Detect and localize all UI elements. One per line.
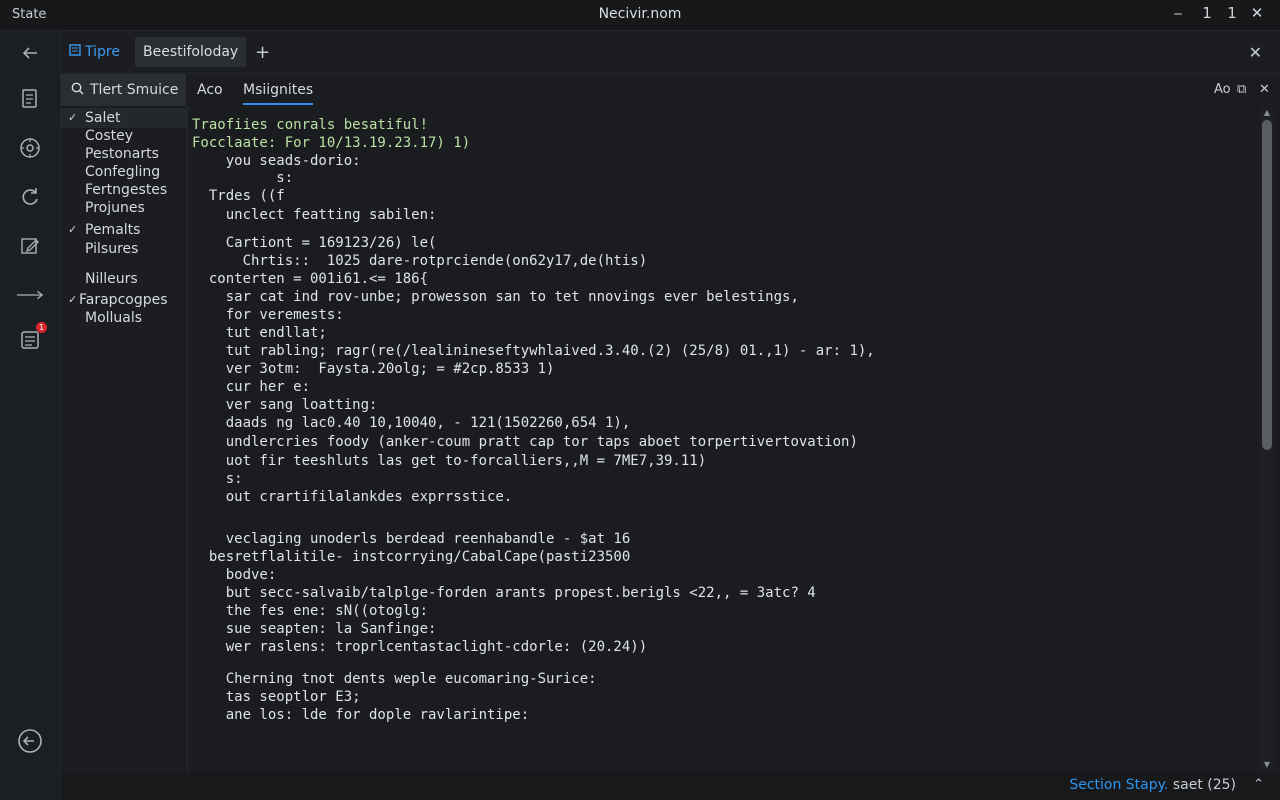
- tab-tips[interactable]: Tipre: [61, 37, 128, 67]
- code-line: the fes ene: sN((otoglg:: [192, 603, 429, 619]
- code-line: uot fir teeshluts las get to-forcalliers…: [192, 453, 707, 469]
- code-line: ane los: lde for dople ravlarintipe:: [192, 707, 530, 723]
- code-line: Cherning tnot dents weple eucomaring-Sur…: [192, 671, 597, 687]
- code-line: Cartiont = 169123/26) le(: [192, 235, 437, 251]
- window-title: Necivir.nom: [598, 6, 682, 22]
- sidebar-item[interactable]: Nilleurs: [85, 271, 138, 287]
- close-subpanel-button[interactable]: ✕: [1259, 82, 1270, 97]
- code-line: cur her e:: [192, 379, 311, 395]
- tips-icon: [69, 44, 81, 60]
- scroll-up-icon[interactable]: ▲: [1262, 108, 1272, 117]
- code-line: for veremests:: [192, 307, 344, 323]
- code-line: you seads-dorio:: [192, 153, 361, 169]
- document-icon[interactable]: [16, 85, 44, 113]
- code-line: Chrtis:: 1025 dare-rotprciende(on62y17,d…: [192, 253, 648, 269]
- font-toggle-button[interactable]: Ao: [1214, 82, 1231, 97]
- search-input[interactable]: Tlert Smuice: [61, 74, 186, 106]
- back-arrow-icon[interactable]: [16, 39, 44, 67]
- notification-badge: 1: [36, 322, 47, 333]
- sidebar-item[interactable]: Costey: [85, 128, 133, 144]
- scroll-thumb[interactable]: [1262, 120, 1272, 450]
- add-tab-button[interactable]: +: [247, 37, 278, 67]
- check-icon: ✓: [68, 293, 78, 306]
- status-section[interactable]: Section Stapy. saet (25): [1069, 777, 1236, 793]
- sidebar-item-label: Salet: [85, 110, 121, 126]
- code-line: Trdes ((f: [192, 188, 285, 204]
- sidebar-item[interactable]: Confegling: [85, 164, 160, 180]
- title-bar: State Necivir.nom ⎯ 1 1 ✕: [0, 0, 1280, 31]
- subtab-active[interactable]: Msiignites: [243, 82, 314, 105]
- sidebar-item[interactable]: Molluals: [85, 310, 142, 326]
- sidebar-item[interactable]: ✓ Salet: [61, 108, 187, 128]
- chevron-up-icon[interactable]: ⌃: [1253, 777, 1264, 792]
- maximize-button[interactable]: 1: [1221, 4, 1243, 22]
- code-line: ver sang loatting:: [192, 397, 378, 413]
- restore-button[interactable]: 1: [1196, 4, 1218, 22]
- code-line: veclaging unoderls berdead reenhabandle …: [192, 531, 631, 547]
- close-panel-button[interactable]: ✕: [1241, 37, 1270, 67]
- check-icon: ✓: [68, 111, 78, 124]
- code-line: bodve:: [192, 567, 277, 583]
- sidebar-item[interactable]: Projunes: [85, 200, 145, 216]
- code-line: tas seoptlor E3;: [192, 689, 361, 705]
- search-icon: [71, 82, 84, 99]
- scroll-down-icon[interactable]: ▼: [1262, 760, 1272, 769]
- close-window-button[interactable]: ✕: [1246, 4, 1268, 22]
- status-value: saet (25): [1172, 777, 1236, 793]
- code-line: ver 3otm: Faysta.20olg; = #2cp.8533 1): [192, 361, 555, 377]
- minimize-button[interactable]: ⎯: [1167, 4, 1189, 22]
- code-line: s:: [192, 471, 243, 487]
- tab-tips-label: Tipre: [85, 44, 120, 60]
- code-line: daads ng lac0.40 10,10040, - 121(1502260…: [192, 415, 631, 431]
- code-line: tut rabling; ragr(re(/lealinineseftywhla…: [192, 343, 875, 359]
- code-line: tut endllat;: [192, 325, 327, 341]
- edit-icon[interactable]: [16, 232, 44, 260]
- sidebar: ✓ Salet Costey Pestonarts Confegling Fer…: [61, 106, 188, 800]
- notes-icon[interactable]: 1: [16, 322, 47, 354]
- code-line: Focclaate: For 10/13.19.23.17) 1): [192, 135, 471, 151]
- code-line: but secc-salvaib/talplge-forden arants p…: [192, 585, 816, 601]
- sidebar-item[interactable]: Pilsures: [85, 241, 138, 257]
- code-line: sue seapten: la Sanfinge:: [192, 621, 437, 637]
- settings-icon[interactable]: [16, 134, 44, 162]
- subtab-aco[interactable]: Aco: [197, 82, 223, 98]
- long-arrow-icon[interactable]: [16, 281, 44, 309]
- code-line: out crartifilalankdes exprrsstice.: [192, 489, 513, 505]
- split-view-icon[interactable]: ⧉: [1237, 82, 1246, 97]
- status-label: Section Stapy.: [1069, 777, 1169, 793]
- code-line: conterten = 001i61.<= 186{: [192, 271, 429, 287]
- code-line: unclect featting sabilen:: [192, 207, 437, 223]
- activity-bar: 1: [0, 31, 61, 800]
- code-line: wer raslens: troprlcentastaclight-cdorle…: [192, 639, 648, 655]
- tab-bar: Tipre Beestifoloday + ✕: [61, 31, 1280, 74]
- sub-toolbar: Tlert Smuice Aco Msiignites Ao ⧉ ✕: [61, 74, 1280, 106]
- code-line: undlercries foody (anker-coum pratt cap …: [192, 434, 858, 450]
- sidebar-item[interactable]: Farapcogpes: [79, 292, 168, 308]
- check-icon: ✓: [68, 223, 78, 236]
- code-editor[interactable]: Traofiies conrals besatiful! Focclaate: F…: [188, 106, 1258, 772]
- sidebar-item[interactable]: Fertngestes: [85, 182, 167, 198]
- sidebar-item[interactable]: Pemalts: [85, 222, 140, 238]
- search-placeholder: Tlert Smuice: [90, 82, 179, 98]
- status-bar: Section Stapy. saet (25) ⌃: [61, 772, 1280, 800]
- code-line: s:: [192, 170, 294, 186]
- sidebar-item[interactable]: Pestonarts: [85, 146, 159, 162]
- code-line: Traofiies conrals besatiful!: [192, 117, 429, 133]
- vertical-scrollbar[interactable]: ▲ ▼: [1260, 106, 1274, 772]
- refresh-icon[interactable]: [16, 183, 44, 211]
- logout-icon[interactable]: [16, 727, 44, 755]
- tab-active-file[interactable]: Beestifoloday: [135, 37, 247, 67]
- code-line: besretflalitile- instcorrying/CabalCape(…: [192, 549, 631, 565]
- code-line: sar cat ind rov-unbe; prowesson san to t…: [192, 289, 799, 305]
